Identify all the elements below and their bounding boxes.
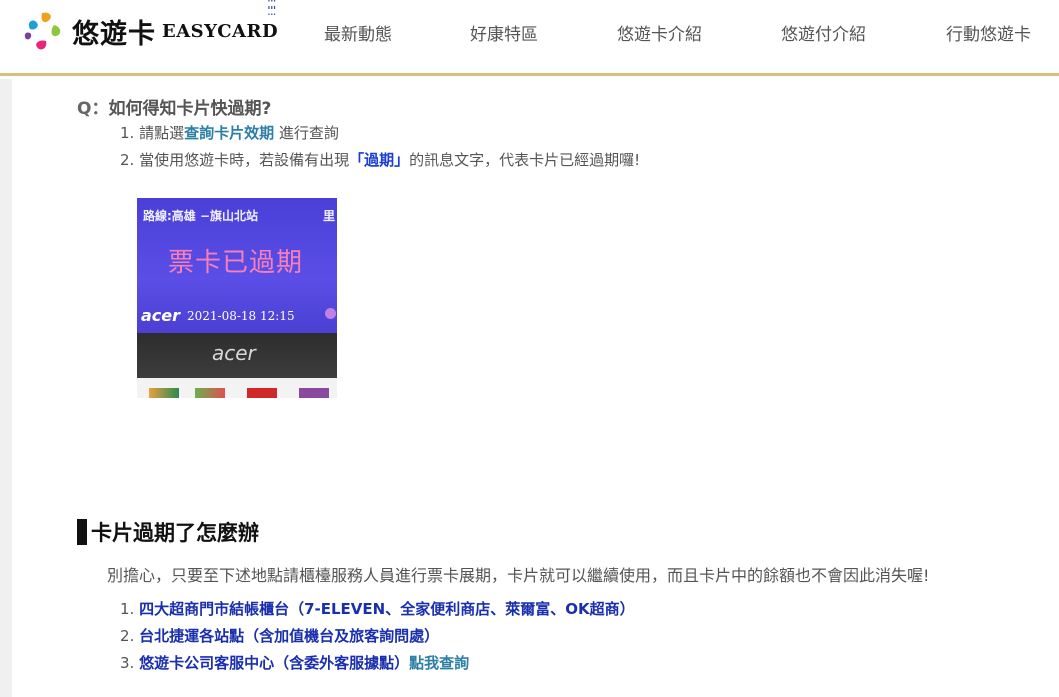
section-description: 別擔心，只要至下述地點請櫃檯服務人員進行票卡展期，卡片就可以繼續使用，而且卡片中…: [107, 566, 930, 585]
nav-item-easycard-intro[interactable]: 悠遊卡介紹: [617, 20, 702, 45]
faq-answer-item: 2. 當使用悠遊卡時，若設備有出現「過期」的訊息文字，代表卡片已經過期囉!: [120, 150, 640, 177]
reader-expired-message: 票卡已過期: [168, 248, 304, 278]
payment-logo-icon: [195, 388, 225, 398]
payment-logo-icon: [149, 388, 179, 398]
location-list: 1. 四大超商門市結帳櫃台（7-ELEVEN、全家便利商店、萊爾富、OK超商） …: [120, 598, 635, 679]
answer-text: 當使用悠遊卡時，若設備有出現: [139, 151, 350, 169]
grid-dots-icon[interactable]: ⁚⁚⁚ ⁚⁚⁚: [267, 0, 277, 17]
list-number: 2.: [120, 151, 135, 169]
faq-question-text: 如何得知卡片快過期?: [108, 99, 272, 119]
list-number: 3.: [120, 654, 135, 672]
reader-screen: 路線:高雄 −旗山北站 里 票卡已過期 acer 2021-08-18 12:1…: [137, 198, 337, 333]
section-title-bar: [77, 519, 87, 545]
list-item: 2. 台北捷運各站點（含加值機台及旅客詢問處）: [120, 625, 635, 652]
list-number: 1.: [120, 124, 135, 142]
payment-logo-icon: [299, 388, 329, 398]
reader-screen-brand: acer: [141, 306, 181, 325]
payment-logo-icon: [247, 388, 277, 398]
faq-question: Q：如何得知卡片快過期?: [77, 94, 271, 119]
status-dot-icon: [325, 308, 336, 319]
reader-route-extra: 里: [322, 209, 335, 223]
faq-question-prefix: Q：: [77, 99, 109, 119]
reader-datetime: 2021-08-18 12:15: [187, 309, 295, 323]
main-nav: 最新動態 好康特區 悠遊卡介紹 悠遊付介紹 行動悠遊卡: [0, 20, 1059, 45]
check-card-validity-link[interactable]: 查詢卡片效期: [184, 124, 274, 142]
left-page-edge: [0, 79, 12, 697]
answer-text: 請點選: [139, 124, 185, 142]
payment-logos-strip: [137, 378, 337, 398]
list-number: 2.: [120, 627, 135, 645]
location-text: 台北捷運各站點（含加值機台及旅客詢問處）: [139, 627, 440, 645]
expired-highlight: 「過期」: [349, 151, 410, 169]
reader-bezel-brand: acer: [212, 341, 256, 365]
list-number: 1.: [120, 600, 135, 618]
location-text: 四大超商門市結帳櫃台（7-ELEVEN、全家便利商店、萊爾富、OK超商）: [139, 600, 635, 618]
faq-answer-item: 1. 請點選查詢卡片效期 進行查詢: [120, 123, 640, 150]
list-item: 3. 悠遊卡公司客服中心（含委外客服據點）點我查詢: [120, 652, 635, 679]
site-header: 悠遊卡 EASYCARD ⁚⁚⁚ ⁚⁚⁚ 最新動態 好康特區 悠遊卡介紹 悠遊付介…: [0, 0, 1059, 76]
section-title: 卡片過期了怎麼辦: [77, 517, 259, 547]
nav-item-offers[interactable]: 好康特區: [470, 20, 538, 45]
location-text: 悠遊卡公司客服中心（含委外客服據點）: [139, 654, 410, 672]
nav-item-easywallet-intro[interactable]: 悠遊付介紹: [781, 20, 866, 45]
section-title-text: 卡片過期了怎麼辦: [91, 521, 259, 545]
answer-text: 進行查詢: [274, 124, 339, 142]
reader-bezel: acer: [137, 333, 337, 378]
faq-answer-list: 1. 請點選查詢卡片效期 進行查詢 2. 當使用悠遊卡時，若設備有出現「過期」的…: [120, 123, 640, 177]
reader-route-text: 路線:高雄 −旗山北站: [143, 209, 259, 223]
search-locations-link[interactable]: 點我查詢: [409, 654, 469, 672]
expired-card-reader-photo: 路線:高雄 −旗山北站 里 票卡已過期 acer 2021-08-18 12:1…: [137, 198, 337, 398]
nav-item-news[interactable]: 最新動態: [324, 20, 392, 45]
nav-item-mobile-easycard[interactable]: 行動悠遊卡: [946, 20, 1031, 45]
answer-text: 的訊息文字，代表卡片已經過期囉!: [409, 151, 641, 169]
list-item: 1. 四大超商門市結帳櫃台（7-ELEVEN、全家便利商店、萊爾富、OK超商）: [120, 598, 635, 625]
